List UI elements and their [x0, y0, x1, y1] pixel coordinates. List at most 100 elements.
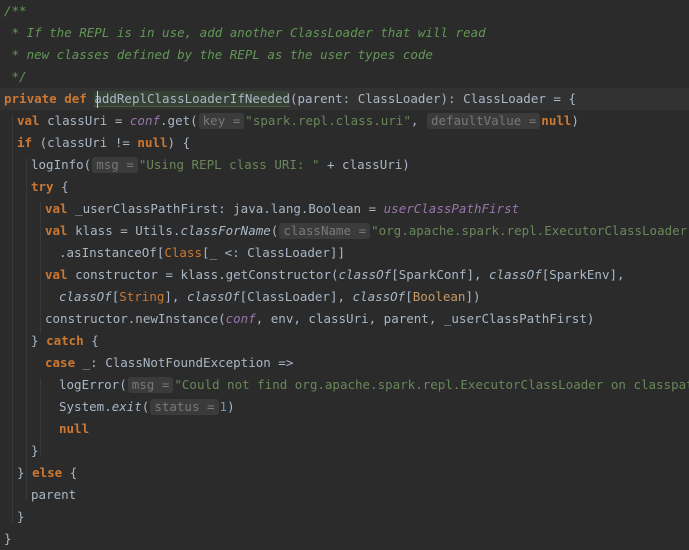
- paren: ): [571, 113, 579, 128]
- identifier: parent: [31, 487, 77, 502]
- code-line[interactable]: val _userClassPathFirst: java.lang.Boole…: [0, 198, 689, 220]
- variable: classUri: [47, 113, 108, 128]
- brace: }: [31, 333, 47, 348]
- call: logInfo(: [31, 157, 92, 172]
- code-line[interactable]: /**: [0, 0, 689, 22]
- code-editor[interactable]: /** * If the REPL is in use, add another…: [0, 0, 689, 548]
- string-literal: "spark.repl.class.uri": [245, 113, 411, 128]
- brace: {: [62, 465, 78, 480]
- string-literal: "org.apache.spark.repl.ExecutorClassLoad…: [371, 223, 689, 238]
- code-line[interactable]: val classUri = conf.get(key = "spark.repl…: [0, 110, 689, 132]
- declaration: constructor = klass.getConstructor(: [67, 267, 339, 282]
- code-line[interactable]: classOf[String], classOf[ClassLoader], c…: [0, 286, 689, 308]
- code-line[interactable]: } catch {: [0, 330, 689, 352]
- code-line[interactable]: case _: ClassNotFoundException =>: [0, 352, 689, 374]
- operator: =: [107, 113, 130, 128]
- code-text: try {: [31, 176, 69, 198]
- brace: }: [31, 443, 39, 458]
- bracket: ],: [164, 289, 187, 304]
- condition: (classUri !=: [32, 135, 138, 150]
- cast-call: .asInstanceOf[: [59, 245, 165, 260]
- string-literal: "Could not find org.apache.spark.repl.Ex…: [174, 377, 689, 392]
- code-line[interactable]: }: [0, 506, 689, 528]
- type-arg: [SparkConf],: [391, 267, 490, 282]
- keyword-null: null: [541, 113, 572, 128]
- method-call: exit: [111, 399, 142, 414]
- code-line[interactable]: parent: [0, 484, 689, 506]
- code-line[interactable]: null: [0, 418, 689, 440]
- code-text: val constructor = klass.getConstructor(c…: [45, 264, 625, 286]
- code-text: constructor.newInstance(conf, env, class…: [45, 308, 594, 330]
- code-line[interactable]: val klass = Utils.classForName(className…: [0, 220, 689, 242]
- code-line[interactable]: } else {: [0, 462, 689, 484]
- code-text: logInfo(msg = "Using REPL class URI: " + …: [31, 154, 410, 176]
- keyword-val: val: [45, 267, 68, 282]
- code-line[interactable]: logError(msg = "Could not find org.apache…: [0, 374, 689, 396]
- parameter-hint: msg =: [92, 157, 138, 173]
- call: logError(: [59, 377, 127, 392]
- keyword-if: if: [17, 135, 33, 150]
- doc-comment: */: [4, 69, 27, 84]
- number-literal: 1: [219, 399, 228, 414]
- code-line[interactable]: }: [0, 440, 689, 462]
- keyword-case: case: [45, 355, 76, 370]
- code-line-current[interactable]: private def addReplClassLoaderIfNeeded(p…: [0, 88, 689, 110]
- brace: {: [53, 179, 69, 194]
- method-signature: (parent: ClassLoader): ClassLoader = {: [290, 91, 576, 106]
- code-line[interactable]: logInfo(msg = "Using REPL class URI: " + …: [0, 154, 689, 176]
- code-text: private def addReplClassLoaderIfNeeded(p…: [4, 88, 576, 110]
- code-line[interactable]: }: [0, 528, 689, 550]
- code-text: val _userClassPathFirst: java.lang.Boole…: [45, 198, 519, 220]
- code-text: .asInstanceOf[Class[_ <: ClassLoader]]: [59, 242, 345, 264]
- parameter-hint: className =: [279, 223, 371, 239]
- type-arg: [ClassLoader],: [239, 289, 353, 304]
- call: constructor.newInstance(: [45, 311, 226, 326]
- call: .get(: [160, 113, 198, 128]
- code-line[interactable]: val constructor = klass.getConstructor(c…: [0, 264, 689, 286]
- keyword-val: val: [45, 223, 68, 238]
- keyword-val: val: [17, 113, 40, 128]
- parameter-hint: defaultValue =: [426, 113, 541, 129]
- method-name-highlighted[interactable]: addReplClassLoaderIfNeeded: [94, 91, 290, 107]
- field-reference: userClassPathFirst: [383, 201, 520, 216]
- paren: ): [227, 399, 235, 414]
- declaration: _userClassPathFirst: java.lang.Boolean =: [67, 201, 384, 216]
- keyword-catch: catch: [46, 333, 84, 348]
- classof-call: classOf: [59, 289, 112, 304]
- doc-comment: /**: [4, 3, 27, 18]
- code-line[interactable]: if (classUri != null) {: [0, 132, 689, 154]
- bracket: ]): [465, 289, 481, 304]
- object: System.: [59, 399, 112, 414]
- code-line[interactable]: constructor.newInstance(conf, env, class…: [0, 308, 689, 330]
- classof-call: classOf: [489, 267, 542, 282]
- code-line[interactable]: System.exit(status = 1): [0, 396, 689, 418]
- doc-comment: * If the REPL is in use, add another Cla…: [4, 25, 486, 40]
- parameter-hint: key =: [198, 113, 245, 129]
- code-text: System.exit(status = 1): [59, 396, 235, 418]
- code-line[interactable]: try {: [0, 176, 689, 198]
- pattern: _: ClassNotFoundException =>: [75, 355, 294, 370]
- code-line[interactable]: .asInstanceOf[Class[_ <: ClassLoader]]: [0, 242, 689, 264]
- paren: (: [270, 223, 279, 238]
- code-text: if (classUri != null) {: [17, 132, 190, 154]
- classof-call: classOf: [186, 289, 240, 304]
- doc-comment: * new classes defined by the REPL as the…: [4, 47, 433, 62]
- code-text: val klass = Utils.classForName(className…: [45, 220, 689, 242]
- code-text: } else {: [17, 462, 77, 484]
- code-line[interactable]: * If the REPL is in use, add another Cla…: [0, 22, 689, 44]
- field-conf: conf: [225, 311, 256, 326]
- string-literal: "Using REPL class URI: ": [138, 157, 320, 172]
- keyword-null: null: [59, 421, 90, 436]
- parameter-hint: msg =: [127, 377, 174, 393]
- keyword-try: try: [31, 179, 54, 194]
- keyword-private: private: [4, 91, 57, 106]
- code-line[interactable]: */: [0, 66, 689, 88]
- type-arg: [SparkEnv],: [541, 267, 625, 282]
- method-call: classForName: [180, 223, 271, 238]
- keyword-null: null: [137, 135, 168, 150]
- code-text: case _: ClassNotFoundException =>: [45, 352, 293, 374]
- classof-call: classOf: [338, 267, 392, 282]
- text-cursor: [97, 91, 98, 108]
- code-line[interactable]: * new classes defined by the REPL as the…: [0, 44, 689, 66]
- code-text: logError(msg = "Could not find org.apache…: [59, 374, 689, 396]
